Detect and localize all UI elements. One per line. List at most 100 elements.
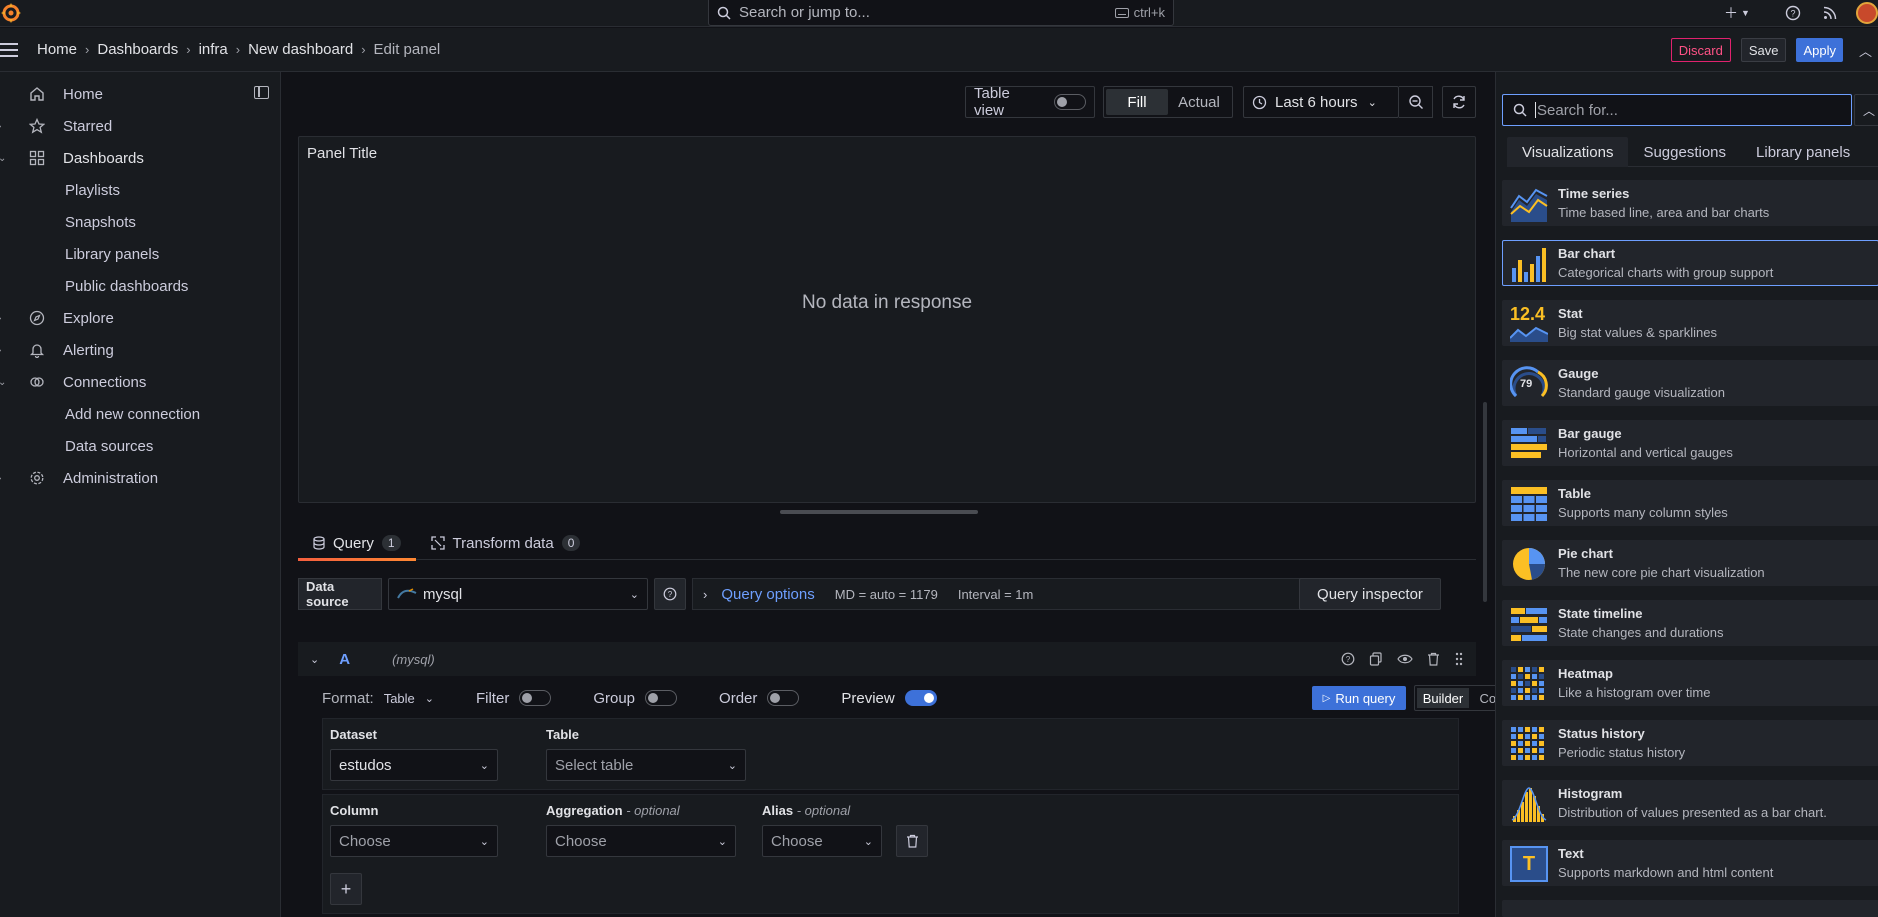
column-select[interactable]: Choose ⌄ [330,825,498,857]
chevron-down-icon[interactable]: ⌄ [0,153,6,164]
global-search[interactable]: Search or jump to... ctrl+k [708,0,1174,26]
preview-switch[interactable] [904,690,937,706]
sidebar-item-snapshots[interactable]: Snapshots [0,206,281,238]
viz-item-bar-gauge[interactable]: Bar gauge Horizontal and vertical gauges [1502,420,1878,466]
add-column-button[interactable]: + [330,873,362,905]
copy-icon[interactable] [1369,652,1383,666]
order-switch[interactable] [767,690,800,706]
eye-icon[interactable] [1397,652,1413,666]
chevron-right-icon[interactable]: › [0,121,1,132]
save-button[interactable]: Save [1740,38,1787,62]
table-select[interactable]: Select table ⌄ [546,749,746,781]
chevron-right-icon: › [85,42,90,57]
panel-title[interactable]: Panel Title [307,145,377,162]
run-query-button[interactable]: ▷ Run query [1312,686,1406,710]
sidebar-item-playlists[interactable]: Playlists [0,174,281,206]
viz-item-partial[interactable] [1502,900,1878,917]
viz-item-heatmap[interactable]: Heatmap Like a histogram over time [1502,660,1878,706]
drag-handle-icon[interactable] [1454,652,1464,666]
sidebar-item-library-panels[interactable]: Library panels [0,238,281,270]
interval-value: Interval = 1m [957,586,1034,602]
viz-search-input[interactable]: Search for... [1502,94,1852,126]
remove-column-button[interactable] [896,825,928,857]
builder-option[interactable]: Builder [1417,688,1469,708]
breadcrumb-new-dashboard[interactable]: New dashboard [248,41,353,58]
viz-item-status-history[interactable]: Status history Periodic status history [1502,720,1878,766]
viz-item-histogram[interactable]: Histogram Distribution of values present… [1502,780,1878,826]
data-source-select[interactable]: mysql ⌄ [388,578,648,610]
tab-suggestions[interactable]: Suggestions [1628,137,1741,167]
chevron-up-icon[interactable]: ︿ [1859,41,1872,60]
editor-scrollbar[interactable] [1483,402,1487,602]
panel-resize-handle[interactable] [780,510,978,514]
help-icon[interactable]: ? [1341,652,1355,666]
sidebar-item-starred[interactable]: › Starred [0,110,281,142]
query-inspector-button[interactable]: Query inspector [1299,578,1441,610]
chevron-down-icon[interactable]: ⌄ [0,377,6,388]
bell-icon [28,341,46,359]
sidebar-item-alerting[interactable]: › Alerting [0,334,281,366]
breadcrumb-bar: Home › Dashboards › infra › New dashboar… [0,28,1878,72]
viz-item-stat[interactable]: 12.4 Stat Big stat values & sparklines [1502,300,1878,346]
sidebar-item-add-new-connection[interactable]: Add new connection [0,398,281,430]
menu-toggle-icon[interactable] [0,42,22,57]
fill-option[interactable]: Fill [1106,89,1168,115]
table-view-switch[interactable] [1054,94,1086,110]
discard-button[interactable]: Discard [1670,38,1731,62]
viz-item-state-timeline[interactable]: State timeline State changes and duratio… [1502,600,1878,646]
sidebar-item-dashboards[interactable]: ⌄ Dashboards [0,142,281,174]
sidebar-item-home[interactable]: Home [0,78,281,110]
grafana-logo-icon[interactable] [0,2,22,24]
tab-visualizations[interactable]: Visualizations [1507,137,1629,167]
data-source-help-button[interactable]: ? [654,578,686,610]
sidebar-item-data-sources[interactable]: Data sources [0,430,281,462]
clock-icon [1252,95,1267,109]
sidebar-item-public-dashboards[interactable]: Public dashboards [0,270,281,302]
chevron-right-icon[interactable]: › [0,313,1,324]
new-menu-button[interactable]: ＋ ▼ [1722,3,1752,23]
user-avatar[interactable] [1856,2,1878,24]
sidebar-item-connections[interactable]: ⌄ Connections [0,366,281,398]
format-select[interactable]: Table [384,691,415,706]
chevron-down-icon[interactable]: ⌄ [310,653,319,666]
plus-icon: + [340,878,352,899]
breadcrumb-infra[interactable]: infra [199,41,228,58]
news-button[interactable] [1820,3,1840,23]
tab-transform-data[interactable]: Transform data 0 [416,526,596,560]
refresh-button[interactable] [1442,86,1476,118]
chevron-down-icon[interactable]: ⌄ [425,692,434,705]
viz-item-table[interactable]: Table Supports many column styles [1502,480,1878,526]
query-ref-id[interactable]: A [339,651,350,668]
global-search-placeholder: Search or jump to... [739,4,870,21]
aggregation-select[interactable]: Choose ⌄ [546,825,736,857]
viz-item-text[interactable]: T Text Supports markdown and html conten… [1502,840,1878,886]
time-range-picker[interactable]: Last 6 hours ⌄ [1243,86,1399,118]
chevron-right-icon[interactable]: › [0,345,1,356]
table-view-toggle[interactable]: Table view [965,85,1095,119]
breadcrumb-home[interactable]: Home [37,41,77,58]
group-switch[interactable] [645,690,678,706]
viz-item-pie-chart[interactable]: Pie chart The new core pie chart visuali… [1502,540,1878,586]
alias-select[interactable]: Choose ⌄ [762,825,882,857]
zoom-out-button[interactable] [1399,86,1433,118]
viz-item-bar-chart[interactable]: Bar chart Categorical charts with group … [1502,240,1878,286]
breadcrumb-dashboards[interactable]: Dashboards [97,41,178,58]
viz-item-gauge[interactable]: 79 Gauge Standard gauge visualization [1502,360,1878,406]
viz-item-time-series[interactable]: Time series Time based line, area and ba… [1502,180,1878,226]
tab-library-panels[interactable]: Library panels [1741,137,1865,167]
query-options-toggle[interactable]: › Query options MD = auto = 1179 Interva… [692,578,1310,610]
actual-option[interactable]: Actual [1168,89,1230,115]
sidebar-item-administration[interactable]: › Administration [0,462,281,494]
trash-icon[interactable] [1427,652,1440,666]
filter-switch[interactable] [519,690,552,706]
collapse-viz-picker-button[interactable]: ︿ [1854,94,1878,126]
dataset-select[interactable]: estudos ⌄ [330,749,498,781]
help-button[interactable]: ? [1783,3,1803,23]
sidebar-item-explore[interactable]: › Explore [0,302,281,334]
tab-query[interactable]: Query 1 [298,526,416,561]
chevron-right-icon[interactable]: › [0,473,1,484]
tab-query-label: Query [333,534,374,552]
apply-button[interactable]: Apply [1796,38,1843,62]
alias-optional-hint: - optional [796,803,851,818]
svg-text:?: ? [1346,655,1351,664]
